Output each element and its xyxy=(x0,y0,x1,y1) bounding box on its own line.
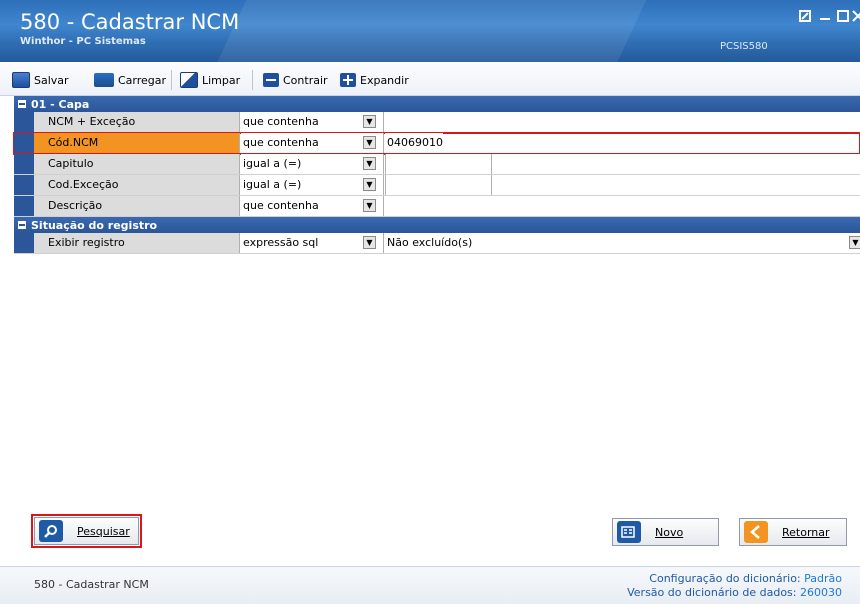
section-title: Situação do registro xyxy=(31,218,158,232)
dict-config-value: Padrão xyxy=(804,572,842,585)
load-button[interactable]: Carregar xyxy=(94,71,166,89)
dict-version-label: Versão do dicionário de dados: xyxy=(627,586,797,599)
row-gutter xyxy=(14,133,34,153)
row-gutter xyxy=(14,196,34,216)
dropdown-arrow-icon[interactable]: ▼ xyxy=(363,136,376,149)
title-bar: 580 - Cadastrar NCM Winthor - PC Sistema… xyxy=(0,0,860,62)
toolbar-divider xyxy=(252,70,253,90)
row-label: Cod.Exceção xyxy=(34,175,240,195)
back-arrow-icon xyxy=(744,521,768,543)
expand-button[interactable]: Expandir xyxy=(340,71,409,89)
value-select[interactable]: Não excluído(s) xyxy=(385,233,473,253)
return-label: Retornar xyxy=(782,525,830,539)
minus-icon xyxy=(263,73,279,87)
toolbar-divider xyxy=(171,70,172,90)
window-title: 580 - Cadastrar NCM xyxy=(20,10,240,34)
search-label: Pesquisar xyxy=(77,524,130,538)
save-button[interactable]: Salvar xyxy=(12,71,69,89)
value-input[interactable] xyxy=(385,112,387,132)
dropdown-arrow-icon[interactable]: ▼ xyxy=(363,199,376,212)
filter-row-capitulo: Capitulo igual a (=) ▼ xyxy=(14,154,860,175)
filter-row-descricao: Descrição que contenha ▼ xyxy=(14,196,860,217)
value-input[interactable]: 04069010 xyxy=(385,133,443,153)
title-bar-decoration xyxy=(209,0,651,62)
collapse-label: Contrair xyxy=(283,73,328,87)
new-record-icon xyxy=(617,521,641,543)
eraser-icon xyxy=(180,72,198,88)
toolbar: Salvar Carregar Limpar Contrair Expandir xyxy=(0,63,860,96)
status-program-name: 580 - Cadastrar NCM xyxy=(34,578,149,591)
row-label: NCM + Exceção xyxy=(34,112,240,132)
dropdown-arrow-icon[interactable]: ▼ xyxy=(363,236,376,249)
row-label: Capitulo xyxy=(34,154,240,174)
row-gutter xyxy=(14,112,34,132)
search-icon xyxy=(39,520,63,542)
row-gutter xyxy=(14,175,34,195)
row-label: Exibir registro xyxy=(34,233,240,253)
clear-button[interactable]: Limpar xyxy=(180,71,240,89)
filter-row-exibir-registro: Exibir registro expressão sql ▼ Não excl… xyxy=(14,233,860,254)
load-label: Carregar xyxy=(118,73,167,87)
row-gutter xyxy=(14,154,34,174)
new-label: Novo xyxy=(655,525,684,539)
close-icon[interactable] xyxy=(848,10,860,26)
dict-version-value: 260030 xyxy=(800,586,842,599)
collapse-section-icon[interactable] xyxy=(18,100,26,108)
expand-label: Expandir xyxy=(360,73,409,87)
program-code: PCSIS580 xyxy=(720,41,768,52)
section-header-capa[interactable]: 01 - Capa xyxy=(14,96,860,112)
dropdown-arrow-icon[interactable]: ▼ xyxy=(363,157,376,170)
dropdown-arrow-icon[interactable]: ▼ xyxy=(363,178,376,191)
value-input-2[interactable] xyxy=(491,175,860,195)
minimize-icon[interactable] xyxy=(795,10,815,26)
dict-config-label: Configuração do dicionário: xyxy=(649,572,801,585)
status-bar: 580 - Cadastrar NCM Configuração do dici… xyxy=(0,566,860,604)
clear-label: Limpar xyxy=(202,73,241,87)
value-input[interactable] xyxy=(385,175,491,195)
value-input[interactable] xyxy=(385,196,387,216)
return-button[interactable]: Retornar xyxy=(739,518,847,546)
section-header-situacao[interactable]: Situação do registro xyxy=(14,217,860,233)
dropdown-arrow-icon[interactable]: ▼ xyxy=(363,115,376,128)
value-input[interactable] xyxy=(385,154,491,174)
filter-row-cod-excecao: Cod.Exceção igual a (=) ▼ xyxy=(14,175,860,196)
window-subtitle: Winthor - PC Sistemas xyxy=(20,36,146,47)
search-button[interactable]: Pesquisar xyxy=(31,514,142,548)
value-input-2[interactable] xyxy=(491,154,860,174)
save-icon xyxy=(12,72,30,88)
dropdown-arrow-icon[interactable]: ▼ xyxy=(849,236,860,249)
collapse-section-icon[interactable] xyxy=(18,221,26,229)
row-label: Cód.NCM xyxy=(34,133,240,153)
row-gutter xyxy=(14,233,34,253)
row-label: Descrição xyxy=(34,196,240,216)
filter-row-ncm-excecao: NCM + Exceção que contenha ▼ xyxy=(14,112,860,133)
filter-row-cod-ncm: Cód.NCM que contenha ▼ 04069010 xyxy=(13,132,860,155)
section-title: 01 - Capa xyxy=(31,97,90,111)
save-label: Salvar xyxy=(34,73,69,87)
restore-icon[interactable] xyxy=(815,10,835,26)
plus-icon xyxy=(340,73,356,87)
filter-grid: 01 - Capa NCM + Exceção que contenha ▼ C… xyxy=(13,96,860,254)
new-button[interactable]: Novo xyxy=(612,518,719,546)
collapse-button[interactable]: Contrair xyxy=(263,71,328,89)
folder-icon xyxy=(94,73,114,87)
dictionary-info: Configuração do dicionário: Padrão Versã… xyxy=(627,572,842,600)
